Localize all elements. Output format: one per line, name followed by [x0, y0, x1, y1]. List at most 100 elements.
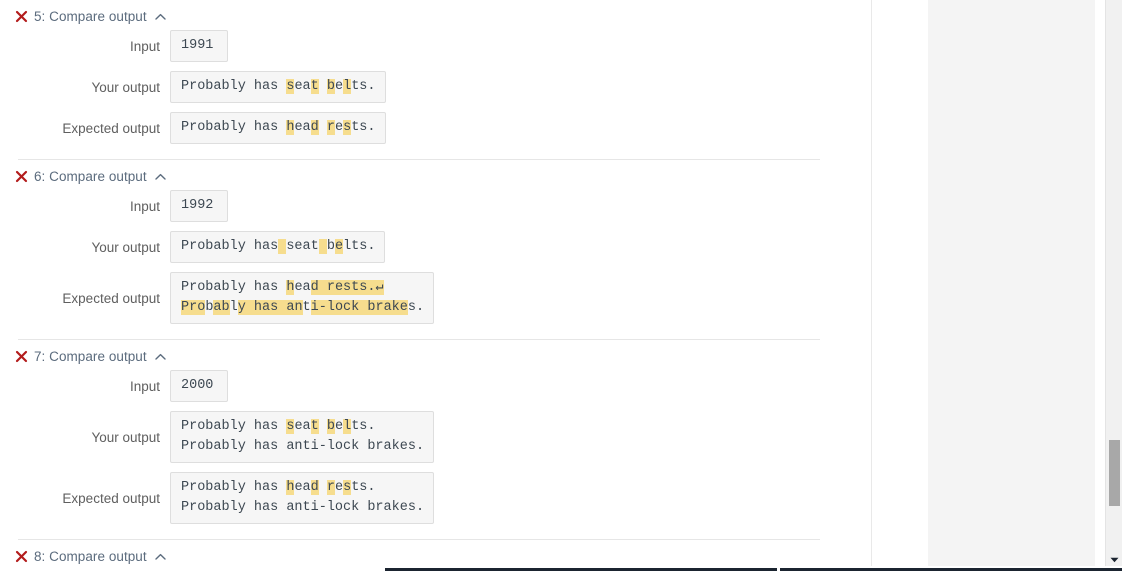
right-side-panel — [928, 0, 1095, 571]
result-row: Expected output Probably has head rests. … — [0, 472, 871, 524]
test-results-page: 5: Compare output Input 1991 Your output Pro… — [0, 0, 1122, 571]
diff-highlight: l — [343, 419, 352, 434]
diff-plain: Probably has — [181, 79, 287, 94]
your-output-field[interactable]: Probably has seat belts. Probably has an… — [170, 411, 435, 463]
diff-highlight: s — [343, 120, 352, 135]
diff-highlight: s.↵ — [359, 280, 384, 295]
panel-divider — [871, 0, 872, 571]
diff-plain: ts. — [351, 79, 376, 94]
test-case-header[interactable]: 8: Compare output — [0, 540, 871, 566]
diff-plain: Probably has — [181, 120, 287, 135]
diff-highlight: ab — [213, 300, 230, 315]
input-label: Input — [129, 198, 160, 214]
vertical-scrollbar[interactable] — [1105, 0, 1122, 571]
diff-plain: Probably has — [181, 280, 287, 295]
diff-highlight: d rest — [310, 280, 360, 295]
diff-plain — [319, 120, 327, 135]
diff-plain: ea — [294, 480, 311, 495]
x-mark-icon — [14, 550, 28, 564]
diff-highlight — [318, 239, 327, 254]
result-row: Expected output Probably has head rests.↵… — [0, 272, 871, 324]
result-row: Your output Probably has seat belts. — [0, 231, 871, 263]
diff-plain: e — [334, 419, 344, 434]
chevron-up-icon[interactable] — [154, 170, 167, 183]
expected-output-label: Expected output — [62, 120, 160, 136]
diff-highlight: r — [326, 120, 335, 135]
diff-plain: s. — [407, 300, 425, 315]
your-output-field[interactable]: Probably has seat belts. — [170, 231, 386, 263]
vertical-scrollbar-thumb[interactable] — [1109, 440, 1120, 506]
result-rows: Input 1991 Your output Probably has seat be… — [0, 30, 871, 151]
diff-plain: Probably has — [181, 480, 287, 495]
diff-highlight: t — [310, 79, 319, 94]
input-value: 1992 — [181, 198, 214, 213]
diff-highlight: t — [310, 419, 319, 434]
diff-plain: e — [334, 120, 344, 135]
diff-plain: Probably has — [181, 239, 279, 254]
your-output-label: Your output — [91, 429, 160, 445]
test-case-header[interactable]: 7: Compare output — [0, 340, 871, 370]
expected-output-label: Expected output — [62, 490, 160, 506]
chevron-up-icon[interactable] — [154, 550, 167, 563]
diff-highlight: b — [326, 419, 335, 434]
bottom-status-bar — [0, 566, 1122, 571]
diff-plain — [319, 480, 327, 495]
scroll-down-arrow-icon[interactable] — [1106, 553, 1122, 567]
x-mark-icon — [14, 350, 28, 364]
diff-plain: Probably has anti-lock brakes. — [181, 439, 425, 454]
input-field[interactable]: 1991 — [170, 30, 228, 62]
x-mark-icon — [14, 170, 28, 184]
test-case-header[interactable]: 5: Compare output — [0, 0, 871, 30]
test-case-title: 6: Compare output — [34, 169, 147, 184]
chevron-up-icon[interactable] — [154, 350, 167, 363]
expected-output-label: Expected output — [62, 290, 160, 306]
input-value: 2000 — [181, 378, 214, 393]
test-case-header[interactable]: 6: Compare output — [0, 160, 871, 190]
diff-highlight: Pro — [181, 300, 206, 315]
diff-plain: ea — [294, 419, 311, 434]
input-value: 1991 — [181, 38, 214, 53]
diff-plain: t — [302, 300, 311, 315]
input-field[interactable]: 1992 — [170, 190, 228, 222]
test-case-section: 6: Compare output Input 1992 Your output Pro… — [0, 160, 871, 340]
your-output-field[interactable]: Probably has seat belts. — [170, 71, 386, 103]
result-row: Expected output Probably has head rests. — [0, 112, 871, 144]
result-row: Your output Probably has seat belts. — [0, 71, 871, 103]
diff-plain: b — [326, 239, 335, 254]
result-rows: Input 1992 Your output Probably has seat be… — [0, 190, 871, 331]
input-label: Input — [129, 38, 160, 54]
test-case-section: 5: Compare output Input 1991 Your output Pro… — [0, 0, 871, 160]
diff-plain: ea — [294, 79, 311, 94]
diff-plain: ts. — [351, 120, 376, 135]
diff-highlight: d — [310, 120, 319, 135]
result-row: Input 2000 — [0, 370, 871, 402]
diff-plain: l — [229, 300, 238, 315]
diff-highlight: l — [343, 79, 352, 94]
diff-plain: Probably has anti-lock brakes. — [181, 500, 425, 515]
expected-output-field[interactable]: Probably has head rests. — [170, 112, 386, 144]
test-results-list[interactable]: 5: Compare output Input 1991 Your output Pro… — [0, 0, 871, 566]
test-case-section: 7: Compare output Input 2000 Your output Pro… — [0, 340, 871, 540]
test-case-title: 7: Compare output — [34, 349, 147, 364]
expected-output-field[interactable]: Probably has head rests.↵ Probably has a… — [170, 272, 435, 324]
diff-plain — [319, 79, 327, 94]
diff-plain: ts. — [351, 419, 376, 434]
test-case-title: 8: Compare output — [34, 549, 147, 564]
test-case-section: 8: Compare outputInput — [0, 540, 871, 566]
diff-highlight: y has an — [237, 300, 303, 315]
diff-highlight: i-lock brake — [310, 300, 408, 315]
result-row: Your output Probably has seat belts. Prob… — [0, 411, 871, 463]
chevron-up-icon[interactable] — [154, 10, 167, 23]
diff-plain: lts. — [343, 239, 376, 254]
result-rows: Input 2000 Your output Probably has seat be… — [0, 370, 871, 531]
input-field[interactable]: 2000 — [170, 370, 228, 402]
diff-plain: ts. — [351, 480, 376, 495]
diff-highlight: e — [334, 239, 344, 254]
diff-highlight: b — [326, 79, 335, 94]
diff-plain: e — [334, 480, 344, 495]
result-row: Input 1991 — [0, 30, 871, 62]
diff-highlight: d — [310, 480, 319, 495]
expected-output-field[interactable]: Probably has head rests. Probably has an… — [170, 472, 435, 524]
diff-highlight: r — [326, 480, 335, 495]
your-output-label: Your output — [91, 239, 160, 255]
